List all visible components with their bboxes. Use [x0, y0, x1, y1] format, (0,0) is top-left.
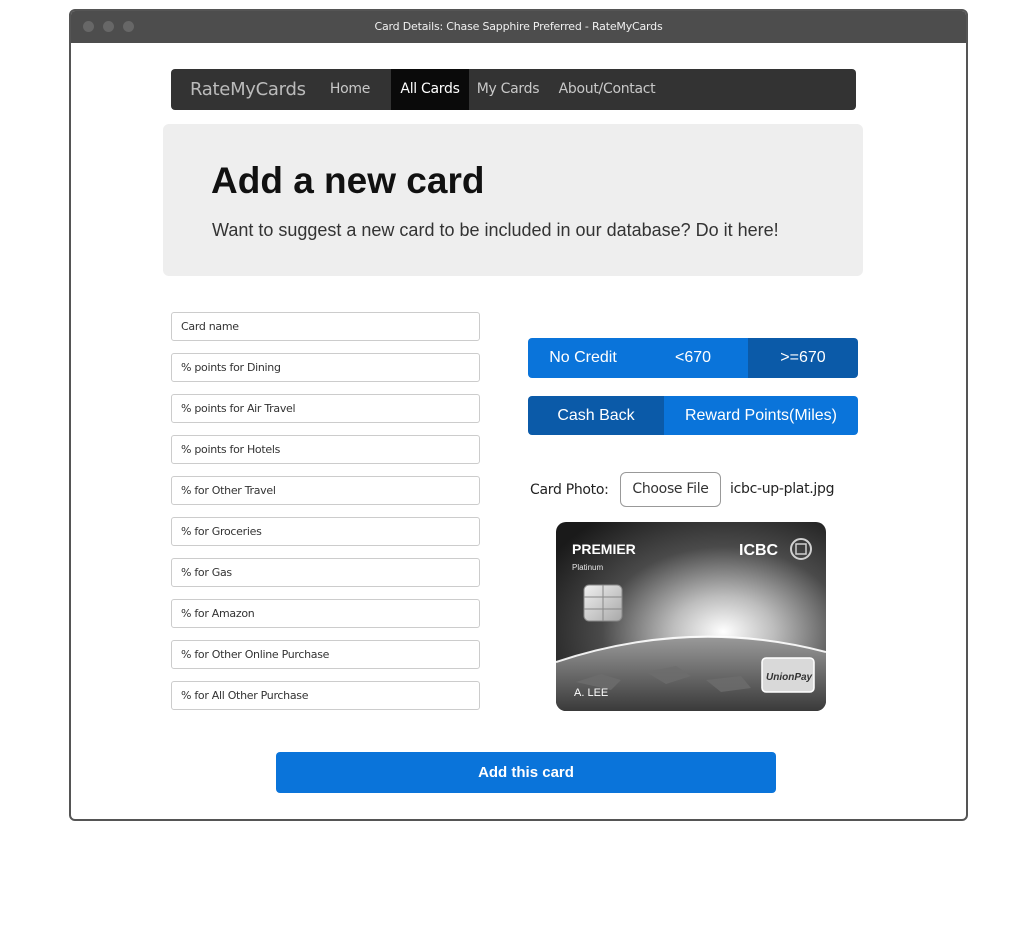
- browser-window: Card Details: Chase Sapphire Preferred -…: [69, 9, 968, 821]
- credit-option-670-plus[interactable]: >=670: [748, 338, 858, 378]
- unionpay-logo-icon: UnionPay: [761, 657, 815, 693]
- title-bar: Card Details: Chase Sapphire Preferred -…: [71, 11, 966, 43]
- other-online-purchase-input[interactable]: [171, 640, 480, 669]
- card-network-text: UnionPay: [766, 672, 813, 683]
- card-holder-text: A. LEE: [574, 687, 608, 699]
- chip-icon: [583, 584, 623, 622]
- nav-my-cards[interactable]: My Cards: [473, 69, 543, 110]
- page-title: Add a new card: [211, 160, 485, 201]
- jumbotron: Add a new card Want to suggest a new car…: [163, 124, 863, 276]
- reward-option-cash-back[interactable]: Cash Back: [528, 396, 664, 435]
- brand-link[interactable]: RateMyCards: [190, 69, 306, 110]
- reward-option-points-miles[interactable]: Reward Points(Miles): [664, 396, 858, 435]
- credit-option-no-credit[interactable]: No Credit: [528, 338, 638, 378]
- reward-type-selector: Cash Back Reward Points(Miles): [528, 396, 858, 435]
- page-subtitle: Want to suggest a new card to be include…: [212, 220, 779, 240]
- gas-input[interactable]: [171, 558, 480, 587]
- card-name-input[interactable]: [171, 312, 480, 341]
- card-photo-label: Card Photo:: [530, 482, 609, 498]
- amazon-input[interactable]: [171, 599, 480, 628]
- nav-home[interactable]: Home: [324, 69, 376, 110]
- card-bank-text: ICBC: [739, 542, 779, 559]
- groceries-input[interactable]: [171, 517, 480, 546]
- window-title: Card Details: Chase Sapphire Preferred -…: [374, 20, 663, 33]
- credit-score-selector: No Credit <670 >=670: [528, 338, 858, 378]
- add-card-button[interactable]: Add this card: [276, 752, 776, 793]
- other-travel-input[interactable]: [171, 476, 480, 505]
- choose-file-button[interactable]: Choose File: [620, 472, 721, 507]
- card-product-text: PREMIER: [572, 541, 636, 557]
- navbar: RateMyCards Home All Cards My Cards Abou…: [171, 69, 856, 110]
- nav-about-contact[interactable]: About/Contact: [555, 69, 659, 110]
- nav-all-cards[interactable]: All Cards: [391, 69, 469, 110]
- air-travel-points-input[interactable]: [171, 394, 480, 423]
- hotels-points-input[interactable]: [171, 435, 480, 464]
- dining-points-input[interactable]: [171, 353, 480, 382]
- all-other-purchase-input[interactable]: [171, 681, 480, 710]
- card-photo-preview: PREMIER Platinum ICBC UnionPay A. LEE: [556, 522, 826, 711]
- selected-file-name: icbc-up-plat.jpg: [730, 481, 835, 497]
- credit-option-under-670[interactable]: <670: [638, 338, 748, 378]
- card-tier-text: Platinum: [572, 563, 603, 572]
